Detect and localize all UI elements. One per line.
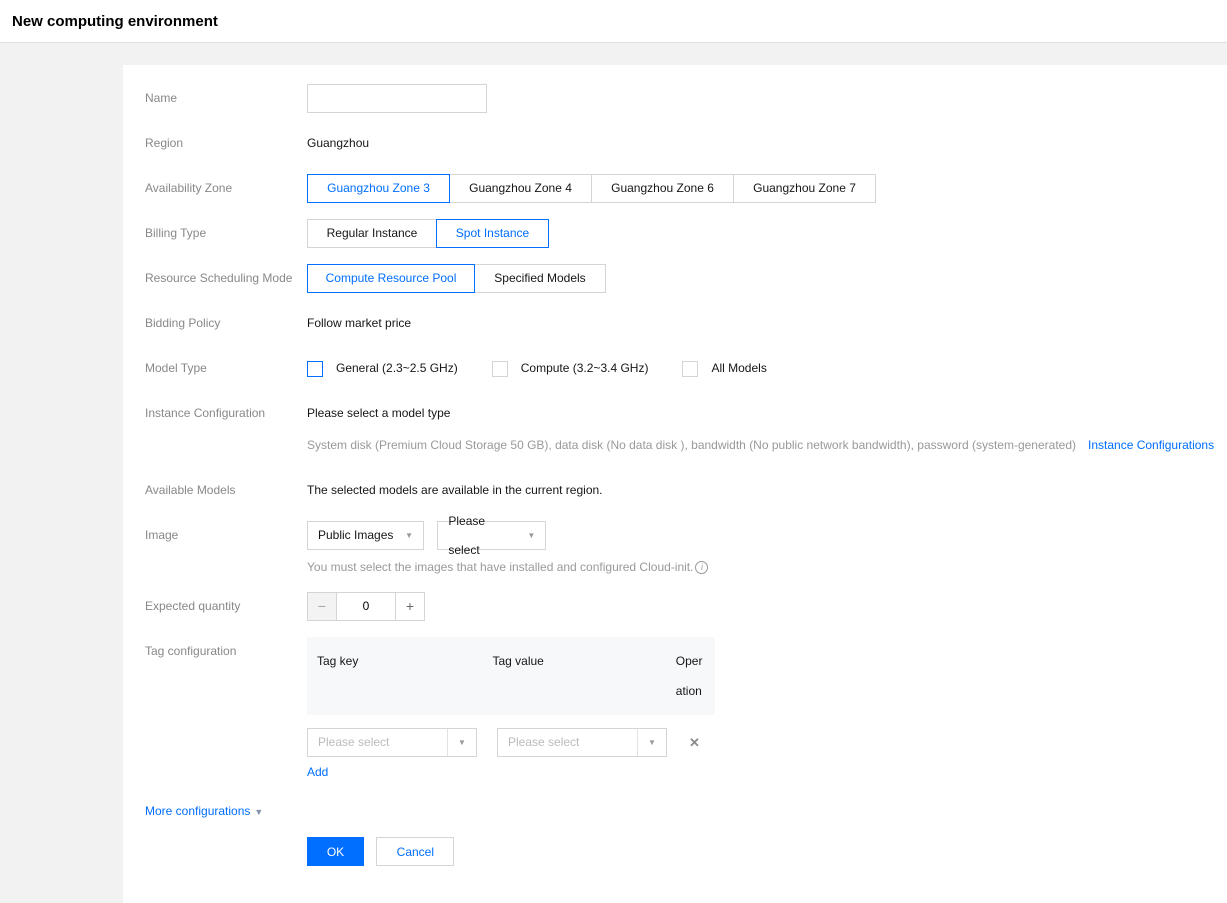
zone-option-guangzhou-6[interactable]: Guangzhou Zone 6 [591, 174, 734, 203]
row-model-type: Model Type General (2.3~2.5 GHz) Compute… [123, 354, 1227, 383]
row-bidding-policy: Bidding Policy Follow market price [123, 309, 1227, 338]
name-label: Name [123, 84, 307, 113]
resource-scheduling-options: Compute Resource Pool Specified Models [307, 264, 606, 293]
tag-value-column-header: Tag value [492, 646, 675, 706]
minus-icon: − [318, 592, 326, 621]
checkbox-general[interactable] [307, 361, 323, 377]
availability-zone-label: Availability Zone [123, 174, 307, 203]
page-content: Name Region Guangzhou Availability Zone … [0, 43, 1227, 903]
tag-key-select[interactable]: Please select ▼ [307, 728, 477, 757]
row-billing-type: Billing Type Regular Instance Spot Insta… [123, 219, 1227, 248]
checkbox-compute[interactable] [492, 361, 508, 377]
tag-table-header: Tag key Tag value Operation [307, 637, 715, 715]
checkbox-general-label[interactable]: General (2.3~2.5 GHz) [336, 354, 458, 383]
zone-option-guangzhou-4[interactable]: Guangzhou Zone 4 [449, 174, 592, 203]
caret-down-icon: ▼ [254, 807, 263, 817]
zone-option-guangzhou-7[interactable]: Guangzhou Zone 7 [733, 174, 876, 203]
billing-option-regular-instance[interactable]: Regular Instance [307, 219, 437, 248]
billing-type-label: Billing Type [123, 219, 307, 248]
chevron-down-icon: ▼ [517, 521, 545, 550]
zone-option-guangzhou-3[interactable]: Guangzhou Zone 3 [307, 174, 450, 203]
bidding-policy-value: Follow market price [307, 309, 411, 338]
region-value: Guangzhou [307, 129, 369, 158]
row-instance-configuration: Instance Configuration Please select a m… [123, 399, 1227, 460]
row-tag-configuration: Tag configuration Tag key Tag value Oper… [123, 637, 1227, 787]
actions-spacer [123, 837, 307, 867]
row-availability-zone: Availability Zone Guangzhou Zone 3 Guang… [123, 174, 1227, 203]
instance-configuration-label: Instance Configuration [123, 399, 307, 460]
instance-configuration-summary: System disk (Premium Cloud Storage 50 GB… [307, 438, 1076, 452]
available-models-value: The selected models are available in the… [307, 476, 603, 505]
close-icon: ✕ [689, 735, 700, 750]
instance-configurations-link[interactable]: Instance Configurations [1088, 438, 1214, 452]
row-image: Image Public Images ▼ Please select ▼ Yo… [123, 521, 1227, 576]
image-label: Image [123, 521, 307, 576]
bidding-policy-label: Bidding Policy [123, 309, 307, 338]
scheduling-option-specified-models[interactable]: Specified Models [474, 264, 606, 293]
image-type-select-value: Public Images [308, 521, 395, 550]
billing-type-options: Regular Instance Spot Instance [307, 219, 549, 248]
plus-icon: + [406, 592, 414, 621]
model-type-options: General (2.3~2.5 GHz) Compute (3.2~3.4 G… [307, 354, 801, 383]
row-expected-quantity: Expected quantity − 0 + [123, 592, 1227, 621]
instance-configuration-primary: Please select a model type [307, 399, 1214, 428]
region-label: Region [123, 129, 307, 158]
scheduling-option-compute-resource-pool[interactable]: Compute Resource Pool [307, 264, 475, 293]
chevron-down-icon: ▼ [637, 729, 666, 756]
more-configurations-link[interactable]: More configurations ▼ [145, 804, 263, 818]
tag-configuration-label: Tag configuration [123, 637, 307, 787]
row-region: Region Guangzhou [123, 129, 1227, 158]
quantity-stepper: − 0 + [307, 592, 425, 621]
page-header: New computing environment [0, 0, 1227, 43]
tag-row-delete-button[interactable]: ✕ [689, 728, 700, 757]
cancel-button[interactable]: Cancel [376, 837, 454, 866]
available-models-label: Available Models [123, 476, 307, 505]
tag-value-select[interactable]: Please select ▼ [497, 728, 667, 757]
tag-value-select-placeholder: Please select [498, 728, 637, 757]
image-select[interactable]: Please select ▼ [437, 521, 546, 550]
row-resource-scheduling-mode: Resource Scheduling Mode Compute Resourc… [123, 264, 1227, 293]
image-note: You must select the images that have ins… [307, 559, 693, 576]
checkbox-all-models[interactable] [682, 361, 698, 377]
expected-quantity-label: Expected quantity [123, 592, 307, 621]
availability-zone-options: Guangzhou Zone 3 Guangzhou Zone 4 Guangz… [307, 174, 876, 203]
model-type-label: Model Type [123, 354, 307, 383]
tag-key-column-header: Tag key [317, 646, 492, 706]
more-configurations-label: More configurations [145, 804, 250, 818]
image-select-value: Please select [438, 507, 517, 565]
row-more-configurations: More configurations ▼ [123, 803, 1227, 821]
row-actions: OK Cancel [123, 837, 1227, 867]
tag-table-row: Please select ▼ Please select ▼ ✕ [307, 728, 715, 757]
resource-scheduling-mode-label: Resource Scheduling Mode [123, 264, 307, 293]
add-tag-link[interactable]: Add [307, 764, 328, 781]
chevron-down-icon: ▼ [395, 521, 423, 550]
tag-operation-column-header: Operation [676, 646, 705, 706]
quantity-value[interactable]: 0 [337, 592, 395, 621]
row-available-models: Available Models The selected models are… [123, 476, 1227, 505]
chevron-down-icon: ▼ [447, 729, 476, 756]
image-type-select[interactable]: Public Images ▼ [307, 521, 424, 550]
ok-button[interactable]: OK [307, 837, 364, 866]
info-icon[interactable]: i [695, 561, 708, 574]
checkbox-all-models-label[interactable]: All Models [711, 354, 766, 383]
billing-option-spot-instance[interactable]: Spot Instance [436, 219, 549, 248]
quantity-increase-button[interactable]: + [395, 592, 425, 621]
row-name: Name [123, 84, 1227, 113]
page-title: New computing environment [12, 13, 218, 30]
form-panel: Name Region Guangzhou Availability Zone … [123, 65, 1227, 903]
tag-key-select-placeholder: Please select [308, 728, 447, 757]
checkbox-compute-label[interactable]: Compute (3.2~3.4 GHz) [521, 354, 649, 383]
quantity-decrease-button[interactable]: − [307, 592, 337, 621]
name-input[interactable] [307, 84, 487, 113]
